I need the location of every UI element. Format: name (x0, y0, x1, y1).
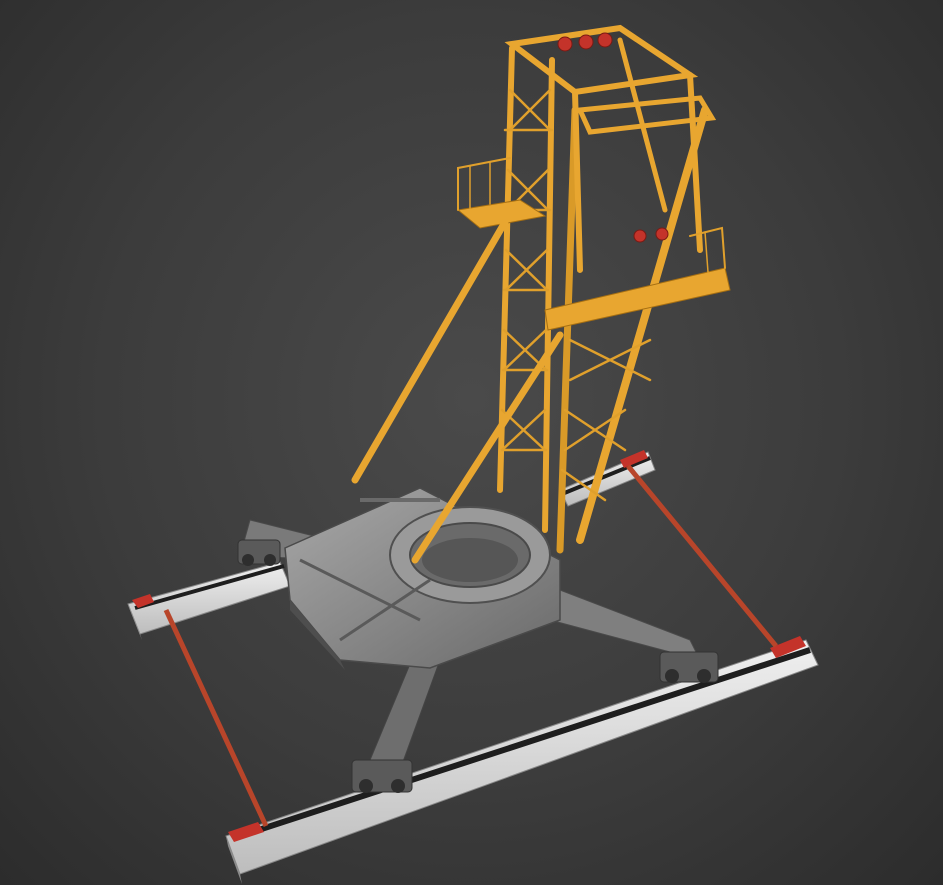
rail-left (127, 561, 291, 640)
tie-bar-left (163, 608, 269, 828)
crane-render (127, 24, 819, 884)
crane-base (237, 487, 719, 793)
crane-mast (351, 24, 731, 564)
bogie-front-right (659, 651, 719, 683)
bogie-rear-left (237, 539, 281, 566)
bogie-front-left (351, 759, 413, 793)
rail-front (225, 636, 819, 884)
tie-bar-right (626, 464, 778, 648)
3d-viewport[interactable] (0, 0, 943, 885)
